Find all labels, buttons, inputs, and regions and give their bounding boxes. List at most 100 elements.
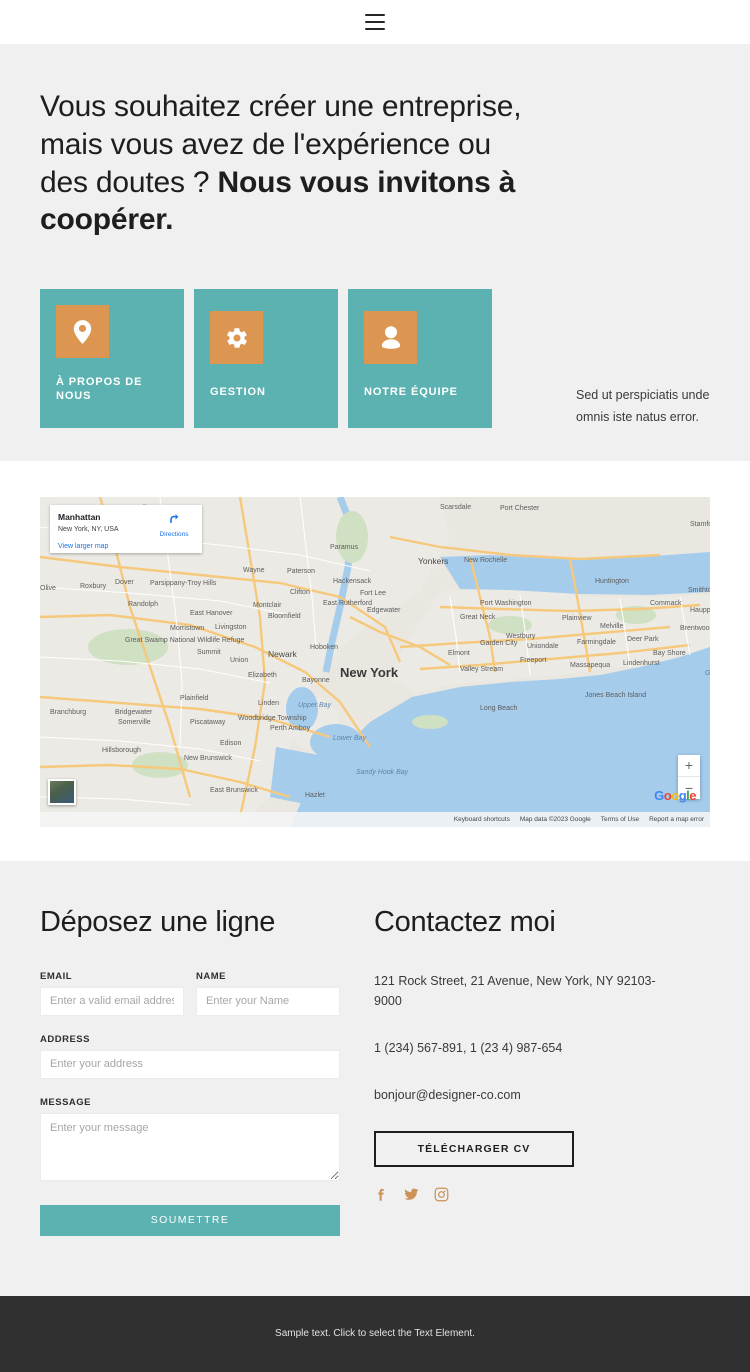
map-data-text: Map data ©2023 Google	[519, 815, 591, 823]
map-label: Hauppauge	[690, 606, 710, 614]
contact-phone: 1 (234) 567-891, 1 (23 4) 987-654	[374, 1041, 563, 1056]
facebook-icon[interactable]	[374, 1187, 389, 1202]
map-pin-icon	[56, 305, 109, 359]
site-header	[0, 0, 750, 44]
google-map[interactable]: New York Newark Yonkers Paterson Paramus Hack…	[40, 496, 710, 827]
map-label: Commack	[650, 599, 682, 607]
report-map-error-link[interactable]: Report a map error	[649, 816, 704, 823]
directions-button[interactable]: Directions	[154, 512, 194, 538]
map-label: Lower Bay	[333, 734, 367, 742]
map-label: Stamford	[690, 520, 710, 528]
name-field-group: NAME	[196, 971, 340, 1016]
instagram-icon[interactable]	[434, 1187, 449, 1202]
page-title: Vous souhaitez créer une entreprise, mai…	[40, 88, 540, 239]
map-label: Bayonne	[302, 676, 330, 684]
map-label: Plainfield	[180, 694, 209, 702]
terms-of-use-link[interactable]: Terms of Use	[601, 816, 639, 823]
download-cv-button[interactable]: TÉLÉCHARGER CV	[374, 1131, 574, 1168]
map-label: Newark	[268, 648, 297, 659]
address-input[interactable]	[40, 1049, 340, 1079]
map-label: Freeport	[520, 656, 547, 664]
map-label: Scarsdale	[440, 503, 472, 511]
map-label: Clifton	[290, 588, 310, 596]
contact-email[interactable]: bonjour@designer-co.com	[374, 1085, 674, 1106]
zoom-in-button[interactable]: +	[678, 755, 700, 777]
map-label: Woodbridge Township	[238, 714, 307, 722]
map-label: Uniondale	[527, 642, 559, 650]
gear-icon	[210, 311, 263, 365]
map-label: Smithtown	[688, 586, 710, 594]
contact-section: Déposez une ligne EMAIL NAME ADDRESS MES…	[0, 860, 750, 1296]
contact-title: Contactez moi	[374, 905, 556, 938]
social-links	[374, 1187, 674, 1202]
message-field-group: MESSAGE	[40, 1097, 340, 1181]
map-label: Brentwood	[680, 624, 710, 632]
map-label: Upper Bay	[298, 701, 332, 709]
twitter-icon[interactable]	[403, 1187, 420, 1202]
map-label: Lindenhurst	[623, 659, 660, 667]
message-textarea[interactable]	[40, 1112, 340, 1181]
map-label: Perth Amboy	[270, 724, 311, 732]
feature-card-label: NOTRE ÉQUIPE	[364, 386, 458, 399]
map-label: Paterson	[287, 567, 316, 575]
map-label: Branchburg	[50, 708, 87, 716]
footer-text[interactable]: Sample text. Click to select the Text El…	[275, 1328, 475, 1339]
map-label: Yonkers	[418, 555, 449, 566]
map-label: Roxbury	[80, 582, 107, 590]
map-label: Hoboken	[310, 643, 339, 651]
map-label: Jones Beach Island	[585, 691, 647, 699]
keyboard-shortcuts-link[interactable]: Keyboard shortcuts	[454, 816, 510, 823]
map-label: New York	[340, 664, 399, 680]
map-label: Plainview	[562, 614, 592, 622]
map-label: Summit	[197, 648, 221, 656]
map-label: Randolph	[128, 600, 158, 608]
map-label: Long Beach	[480, 704, 518, 712]
map-section: New York Newark Yonkers Paterson Paramus Hack…	[0, 460, 750, 861]
site-footer: Sample text. Click to select the Text El…	[0, 1295, 750, 1372]
map-label: Edgewater	[367, 606, 401, 614]
map-label: Livingston	[215, 623, 247, 631]
directions-icon	[169, 514, 178, 523]
map-label: Hackensack	[333, 577, 372, 585]
feature-card-label: À PROPOS DE NOUS	[56, 375, 143, 403]
map-label: Olive	[40, 584, 56, 592]
email-input[interactable]	[40, 986, 184, 1016]
map-label: Somerville	[118, 718, 151, 726]
map-label: Deer Park	[627, 635, 659, 643]
map-label: Hazlet	[305, 791, 325, 799]
feature-card-team[interactable]: NOTRE ÉQUIPE	[348, 289, 492, 429]
directions-label: Directions	[159, 530, 189, 538]
map-label: Port Chester	[500, 504, 540, 512]
page-root: Vous souhaitez créer une entreprise, mai…	[0, 0, 750, 1372]
view-larger-map-link[interactable]: View larger map	[58, 543, 108, 550]
map-label: Elizabeth	[248, 671, 277, 679]
hamburger-menu-icon[interactable]	[365, 14, 385, 30]
user-icon	[364, 311, 417, 365]
map-label: Parsippany-Troy Hills	[150, 579, 217, 587]
map-label: Port Washington	[480, 599, 532, 607]
map-label: Bridgewater	[115, 708, 153, 716]
map-label: Morristown	[170, 624, 205, 632]
feature-card-about[interactable]: À PROPOS DE NOUS	[40, 289, 184, 429]
name-input[interactable]	[196, 986, 340, 1016]
message-label: MESSAGE	[40, 1096, 92, 1108]
email-field-group: EMAIL	[40, 971, 184, 1016]
map-label: Great So	[705, 669, 710, 677]
map-label: East Rutherford	[323, 599, 373, 607]
feature-card-management[interactable]: GESTION	[194, 289, 338, 429]
map-label: Wayne	[243, 566, 265, 574]
map-label: New Brunswick	[184, 754, 232, 762]
map-label: Union	[230, 656, 249, 664]
submit-button[interactable]: SOUMETTRE	[40, 1204, 340, 1236]
map-satellite-thumbnail[interactable]	[48, 778, 76, 805]
map-label: Massapequa	[570, 661, 611, 669]
address-label: ADDRESS	[40, 1033, 90, 1045]
features-row: À PROPOS DE NOUS GESTION NOTRE ÉQUIPE Se…	[40, 239, 710, 461]
map-place-card[interactable]: Manhattan New York, NY, USA View larger …	[50, 504, 202, 553]
map-label: Great Swamp National Wildlife Refuge	[125, 636, 245, 644]
map-label: Linden	[258, 699, 280, 707]
map-label: Montclair	[253, 601, 282, 609]
map-label: Farmingdale	[577, 638, 616, 646]
map-label: New Rochelle	[464, 556, 508, 564]
contact-info-column: Contactez moi 121 Rock Street, 21 Avenue…	[374, 905, 674, 1236]
